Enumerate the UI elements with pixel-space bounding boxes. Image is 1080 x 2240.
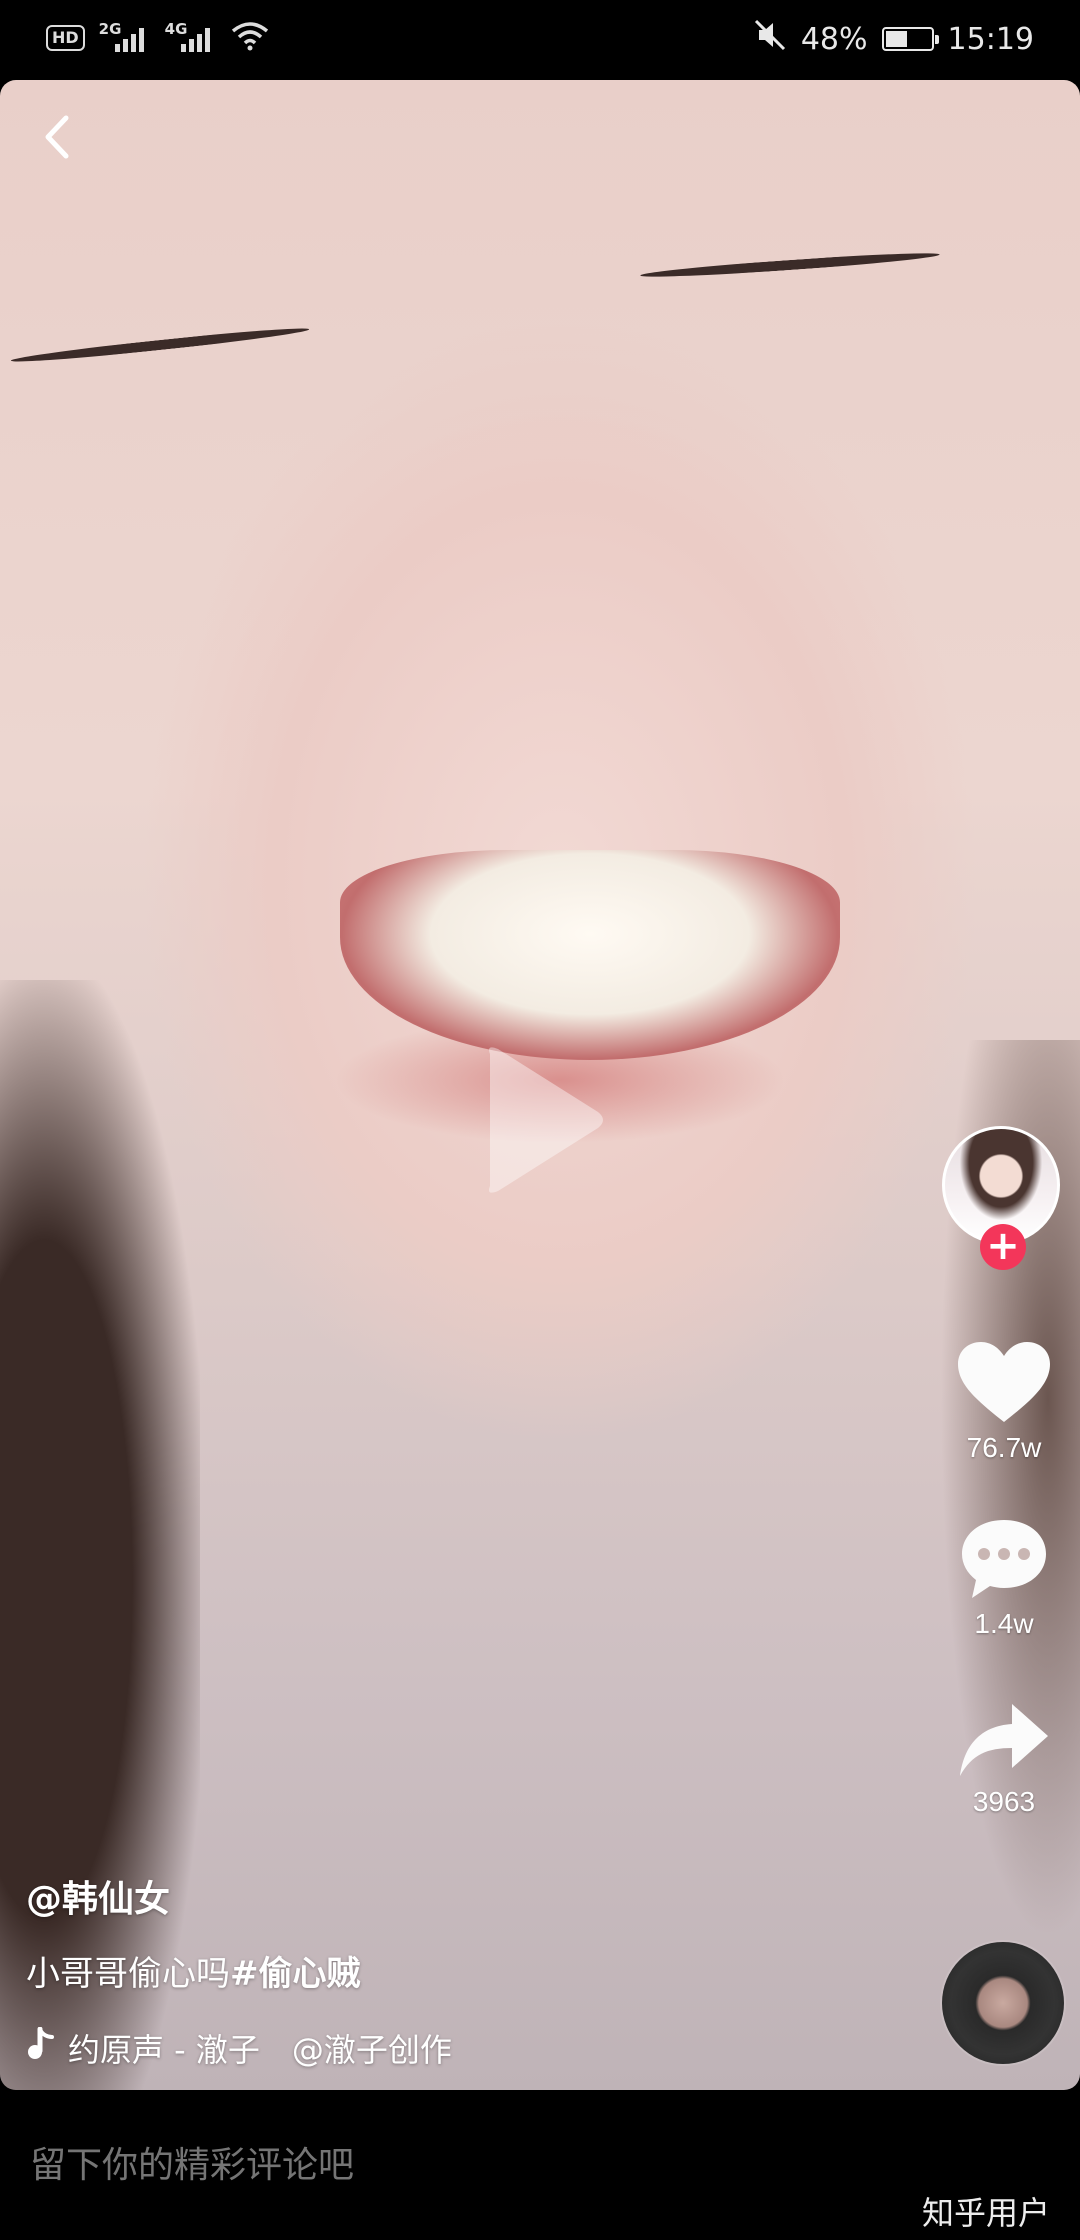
back-chevron-icon — [45, 115, 69, 159]
battery-percent: 48% — [800, 21, 868, 57]
description-text: 小哥哥偷心吗 — [26, 1954, 230, 1994]
wifi-icon — [231, 21, 269, 55]
status-left: HD 2G 4G — [46, 20, 269, 56]
signal-icon: 2G — [99, 20, 151, 56]
share-button[interactable]: 3963 — [942, 1700, 1066, 1818]
author-avatar-group: + — [942, 1126, 1066, 1276]
like-button[interactable]: 76.7w — [942, 1340, 1066, 1464]
hd-badge: HD — [46, 25, 85, 51]
video-frame-smile — [340, 850, 840, 1060]
music-title: 约原声 - 澈子 @澈子创作 — [68, 2031, 452, 2069]
clock: 15:19 — [947, 21, 1034, 57]
play-icon — [489, 1047, 603, 1193]
music-note-icon — [26, 2026, 54, 2069]
comment-input[interactable] — [28, 2144, 732, 2187]
back-button[interactable] — [36, 110, 80, 164]
battery-icon — [881, 27, 939, 51]
share-arrow-icon — [960, 1704, 1048, 1776]
status-right: 48% 15:19 — [753, 18, 1034, 60]
follow-button[interactable]: + — [980, 1224, 1026, 1270]
share-count: 3963 — [972, 1786, 1036, 1817]
comment-bubble-icon — [962, 1520, 1046, 1598]
like-count: 76.7w — [966, 1432, 1042, 1463]
watermark-text: 知乎用户 — [921, 2194, 1050, 2232]
hashtag-link[interactable]: #偷心贼 — [230, 1954, 361, 1994]
author-name[interactable]: @韩仙女 — [26, 1870, 170, 1922]
status-bar: HD 2G 4G 48% 15:19 — [0, 0, 1080, 80]
music-disc[interactable] — [942, 1942, 1064, 2064]
signal-icon: 4G — [165, 20, 217, 56]
bottom-bar: 知乎用户 — [0, 2090, 1080, 2240]
mute-icon — [753, 18, 787, 60]
video-frame-eye — [640, 249, 940, 281]
heart-icon — [958, 1342, 1050, 1422]
video-caption: @韩仙女 小哥哥偷心吗#偷心贼 约原声 - 澈子 @澈子创作 — [26, 1870, 886, 2071]
play-button[interactable] — [470, 1040, 610, 1200]
comment-count: 1.4w — [974, 1608, 1034, 1639]
plus-icon: + — [986, 1223, 1020, 1269]
music-ticker[interactable]: 约原声 - 澈子 @澈子创作 — [26, 2025, 506, 2071]
video-description: 小哥哥偷心吗#偷心贼 — [26, 1946, 886, 1995]
video-frame-eye — [10, 324, 310, 366]
comment-button[interactable]: 1.4w — [942, 1516, 1066, 1640]
